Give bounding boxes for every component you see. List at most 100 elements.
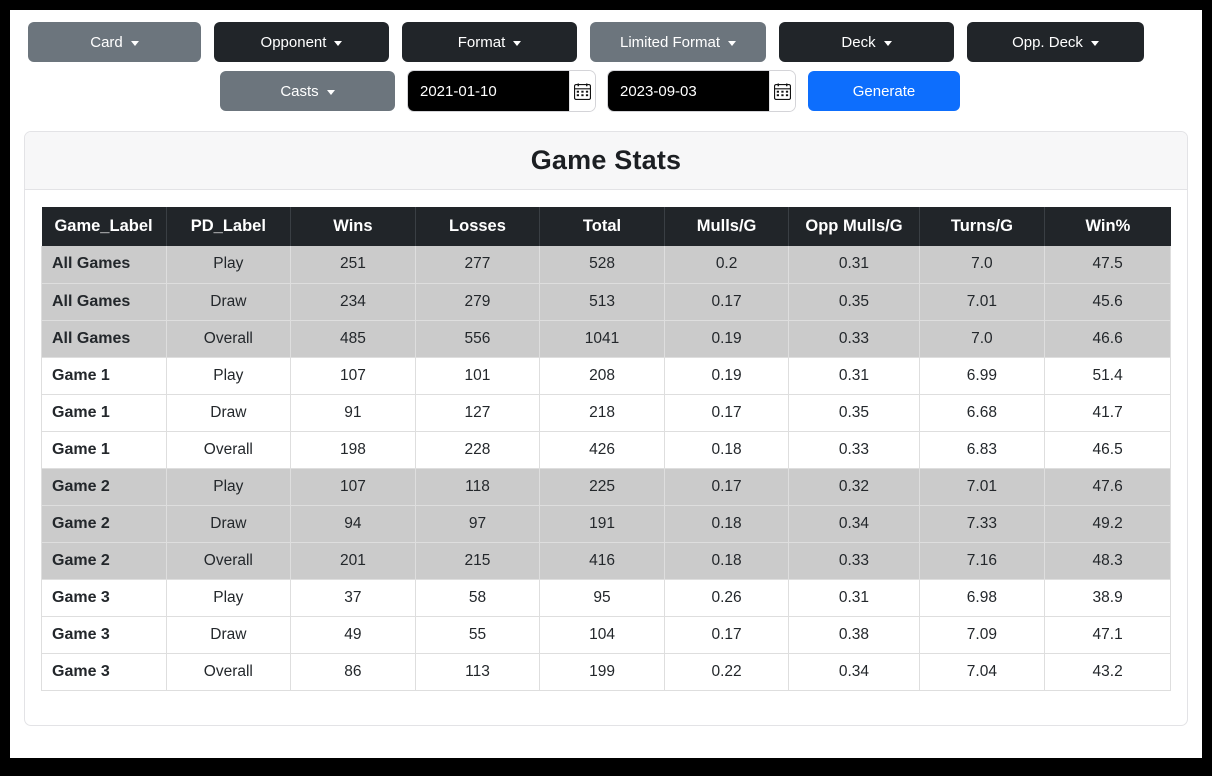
table-cell: 45.6 xyxy=(1044,283,1171,321)
table-header-row: Game_Label PD_Label Wins Losses Total Mulls/G… xyxy=(41,207,1171,246)
table-cell: Draw xyxy=(165,283,292,321)
card-body: Game_Label PD_Label Wins Losses Total Mulls/G… xyxy=(25,190,1187,725)
table-cell: 107 xyxy=(290,468,416,506)
table-cell: Overall xyxy=(165,431,292,469)
table-cell: 0.18 xyxy=(663,542,790,580)
filter-casts-dropdown[interactable]: Casts xyxy=(220,71,395,111)
cell-game-label: Game 3 xyxy=(41,579,167,617)
table-cell: Overall xyxy=(165,653,292,691)
table-row: Game 3 Draw 49 55 104 0.17 0.38 7.09 47.1 xyxy=(41,616,1171,654)
start-date-input[interactable] xyxy=(408,71,569,111)
chevron-down-icon xyxy=(728,40,737,46)
table-cell: 6.83 xyxy=(918,431,1046,469)
cell-game-label: Game 2 xyxy=(41,542,167,580)
chevron-down-icon xyxy=(326,89,335,95)
end-date-group xyxy=(608,71,795,111)
table-head: Game_Label PD_Label Wins Losses Total Mulls/G… xyxy=(41,207,1171,246)
table-body: All Games Play 251 277 528 0.2 0.31 7.0 47.5 All … xyxy=(41,246,1171,691)
cell-game-label: Game 3 xyxy=(41,653,167,691)
table-cell: 198 xyxy=(290,431,416,469)
filter-row-secondary: Casts 2021-01-10 2023-09-03 Generate xyxy=(28,71,1184,111)
chevron-down-icon xyxy=(334,40,343,46)
table-cell: Play xyxy=(165,357,292,395)
end-date-input[interactable] xyxy=(608,71,769,111)
table-cell: Play xyxy=(165,246,292,284)
filter-card-dropdown[interactable]: Card xyxy=(28,22,201,62)
cell-game-label: Game 1 xyxy=(41,357,167,395)
table-row: Game 3 Overall 86 113 199 0.22 0.34 7.04 43.2 xyxy=(41,653,1171,691)
table-cell: 46.6 xyxy=(1044,320,1171,358)
table-cell: 118 xyxy=(414,468,541,506)
table-cell: 7.0 xyxy=(918,246,1046,284)
table-cell: 7.01 xyxy=(918,468,1046,506)
table-cell: 1041 xyxy=(539,320,665,358)
table-cell: 7.09 xyxy=(918,616,1046,654)
column-header: Mulls/G xyxy=(664,207,790,246)
table-row: Game 3 Play 37 58 95 0.26 0.31 6.98 38.9 xyxy=(41,579,1171,617)
table-cell: 55 xyxy=(414,616,541,654)
table-cell: 0.35 xyxy=(788,394,920,432)
table-cell: Draw xyxy=(165,505,292,543)
table-cell: 7.33 xyxy=(918,505,1046,543)
cell-game-label: Game 2 xyxy=(41,468,167,506)
table-cell: 7.04 xyxy=(918,653,1046,691)
table-cell: 38.9 xyxy=(1044,579,1171,617)
table-row: Game 2 Play 107 118 225 0.17 0.32 7.01 47.6 xyxy=(41,468,1171,506)
cell-game-label: Game 1 xyxy=(41,394,167,432)
table-cell: 0.17 xyxy=(663,394,790,432)
table-cell: 0.33 xyxy=(788,320,920,358)
table-cell: 0.31 xyxy=(788,357,920,395)
table-cell: 0.17 xyxy=(663,616,790,654)
table-cell: 201 xyxy=(290,542,416,580)
table-cell: 48.3 xyxy=(1044,542,1171,580)
filter-limited-format-dropdown[interactable]: Limited Format xyxy=(590,22,766,62)
table-cell: 47.6 xyxy=(1044,468,1171,506)
cell-game-label: Game 2 xyxy=(41,505,167,543)
column-header: Win% xyxy=(1044,207,1171,246)
cell-game-label: Game 1 xyxy=(41,431,167,469)
table-cell: 0.19 xyxy=(663,357,790,395)
table-cell: 0.22 xyxy=(663,653,790,691)
filter-format-label: Format xyxy=(457,33,506,51)
chevron-down-icon xyxy=(1090,40,1099,46)
table-cell: 58 xyxy=(414,579,541,617)
filter-deck-label: Deck xyxy=(841,33,876,51)
filter-opponent-label: Opponent xyxy=(260,33,327,51)
table-cell: 0.34 xyxy=(788,653,920,691)
cell-game-label: Game 3 xyxy=(41,616,167,654)
chevron-down-icon xyxy=(130,40,139,46)
table-cell: 485 xyxy=(290,320,416,358)
filter-deck-dropdown[interactable]: Deck xyxy=(779,22,954,62)
table-cell: 6.68 xyxy=(918,394,1046,432)
table-cell: 251 xyxy=(290,246,416,284)
table-cell: 0.19 xyxy=(663,320,790,358)
table-cell: Play xyxy=(165,468,292,506)
start-date-group xyxy=(408,71,595,111)
table-cell: 7.01 xyxy=(918,283,1046,321)
column-header: Losses xyxy=(415,207,541,246)
table-cell: 0.18 xyxy=(663,505,790,543)
table-cell: 277 xyxy=(414,246,541,284)
table-cell: 218 xyxy=(539,394,665,432)
filter-format-dropdown[interactable]: Format xyxy=(402,22,577,62)
filter-casts-label: Casts xyxy=(280,82,319,100)
table-cell: Overall xyxy=(165,542,292,580)
chevron-down-icon xyxy=(883,40,892,46)
filter-opponent-dropdown[interactable]: Opponent xyxy=(214,22,389,62)
start-date-picker-button[interactable] xyxy=(568,71,595,111)
table-cell: 208 xyxy=(539,357,665,395)
table-cell: Play xyxy=(165,579,292,617)
generate-button[interactable]: Generate xyxy=(808,71,960,111)
cell-game-label: All Games xyxy=(41,283,167,321)
end-date-picker-button[interactable] xyxy=(768,71,795,111)
table-cell: 0.34 xyxy=(788,505,920,543)
table-cell: 94 xyxy=(290,505,416,543)
table-cell: 37 xyxy=(290,579,416,617)
filter-opp-deck-dropdown[interactable]: Opp. Deck xyxy=(967,22,1144,62)
calendar-icon xyxy=(773,83,791,100)
table-cell: 0.26 xyxy=(663,579,790,617)
table-cell: 0.33 xyxy=(788,542,920,580)
table-cell: 0.33 xyxy=(788,431,920,469)
table-cell: 101 xyxy=(414,357,541,395)
table-cell: 0.17 xyxy=(663,283,790,321)
